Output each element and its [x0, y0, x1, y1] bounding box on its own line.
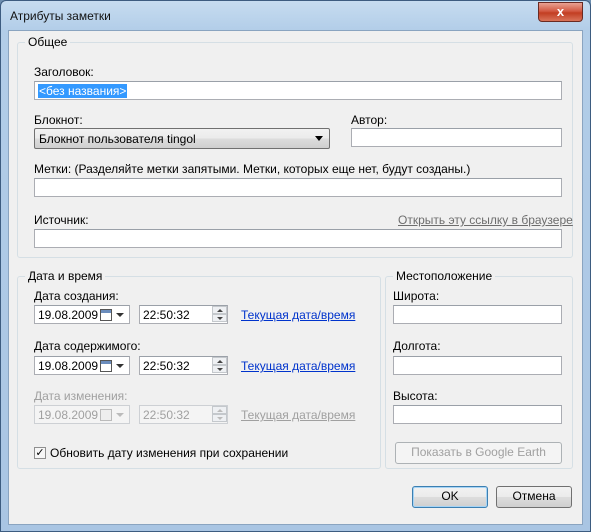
altitude-input[interactable]: [393, 405, 562, 424]
google-earth-button: Показать в Google Earth: [395, 442, 562, 464]
content-time-value: 22:50:32: [143, 359, 190, 373]
notebook-select-value: Блокнот пользователя tingol: [39, 132, 196, 146]
open-in-browser-link[interactable]: Открыть эту ссылку в браузере: [398, 213, 573, 227]
modified-now-link: Текущая дата/время: [241, 408, 356, 422]
chevron-down-icon: [116, 313, 124, 317]
title-label: Заголовок:: [34, 65, 94, 79]
modified-date-picker: 19.08.2009: [34, 405, 130, 424]
created-now-link[interactable]: Текущая дата/время: [241, 308, 355, 322]
location-legend: Местоположение: [393, 269, 496, 283]
spin-down-icon: [212, 414, 227, 422]
content-date-label: Дата содержимого:: [34, 339, 141, 353]
window-title: Атрибуты заметки: [10, 9, 111, 23]
time-spinner[interactable]: [212, 357, 227, 374]
modified-label: Дата изменения:: [34, 389, 128, 403]
notebook-select[interactable]: Блокнот пользователя tingol: [34, 128, 330, 149]
checkmark-icon: ✓: [35, 447, 45, 459]
chevron-down-icon: [315, 136, 323, 141]
tags-input[interactable]: [34, 178, 562, 197]
spin-up-icon[interactable]: [212, 357, 227, 365]
calendar-icon: [100, 360, 112, 372]
modified-time-value: 22:50:32: [143, 408, 190, 422]
update-modified-checkbox[interactable]: ✓: [34, 447, 46, 459]
created-time-value: 22:50:32: [143, 308, 190, 322]
altitude-label: Высота:: [393, 389, 438, 403]
spin-down-icon[interactable]: [212, 365, 227, 373]
notebook-label: Блокнот:: [34, 113, 83, 127]
created-time-stepper[interactable]: 22:50:32: [139, 305, 228, 324]
modified-date-value: 19.08.2009: [38, 408, 99, 422]
calendar-icon: [100, 309, 112, 321]
time-spinner: [212, 406, 227, 423]
author-input[interactable]: [351, 128, 562, 147]
spin-up-icon[interactable]: [212, 306, 227, 314]
tags-label: Метки: (Разделяйте метки запятыми. Метки…: [34, 162, 471, 176]
dialog-window: Атрибуты заметки x Общее Заголовок: <без…: [0, 0, 591, 532]
chevron-down-icon: [116, 413, 124, 417]
latitude-input[interactable]: [393, 305, 562, 324]
cancel-button[interactable]: Отмена: [496, 486, 572, 508]
title-input-value: <без названия>: [38, 84, 128, 98]
title-input[interactable]: <без названия>: [34, 81, 562, 100]
source-input[interactable]: [34, 229, 562, 248]
datetime-legend: Дата и время: [25, 269, 106, 283]
time-spinner[interactable]: [212, 306, 227, 323]
content-time-stepper[interactable]: 22:50:32: [139, 356, 228, 375]
close-icon: x: [556, 4, 565, 19]
author-label: Автор:: [351, 113, 388, 127]
longitude-input[interactable]: [393, 356, 562, 375]
content-now-link[interactable]: Текущая дата/время: [241, 359, 355, 373]
general-legend: Общее: [25, 35, 71, 49]
ok-button[interactable]: OK: [412, 486, 488, 508]
created-date-picker[interactable]: 19.08.2009: [34, 305, 130, 324]
modified-time-stepper: 22:50:32: [139, 405, 228, 424]
created-date-value: 19.08.2009: [38, 308, 99, 322]
spin-up-icon: [212, 406, 227, 414]
dialog-body: Общее Заголовок: <без названия> Блокнот:…: [8, 30, 583, 525]
title-bar[interactable]: Атрибуты заметки x: [1, 1, 590, 31]
content-date-picker[interactable]: 19.08.2009: [34, 356, 130, 375]
latitude-label: Широта:: [393, 289, 440, 303]
content-date-value: 19.08.2009: [38, 359, 99, 373]
chevron-down-icon: [116, 364, 124, 368]
created-label: Дата создания:: [34, 289, 119, 303]
spin-down-icon[interactable]: [212, 314, 227, 322]
longitude-label: Долгота:: [393, 339, 441, 353]
calendar-icon: [100, 409, 112, 421]
close-button[interactable]: x: [538, 2, 583, 22]
source-label: Источник:: [34, 213, 89, 227]
update-modified-label[interactable]: Обновить дату изменения при сохранении: [50, 446, 288, 460]
